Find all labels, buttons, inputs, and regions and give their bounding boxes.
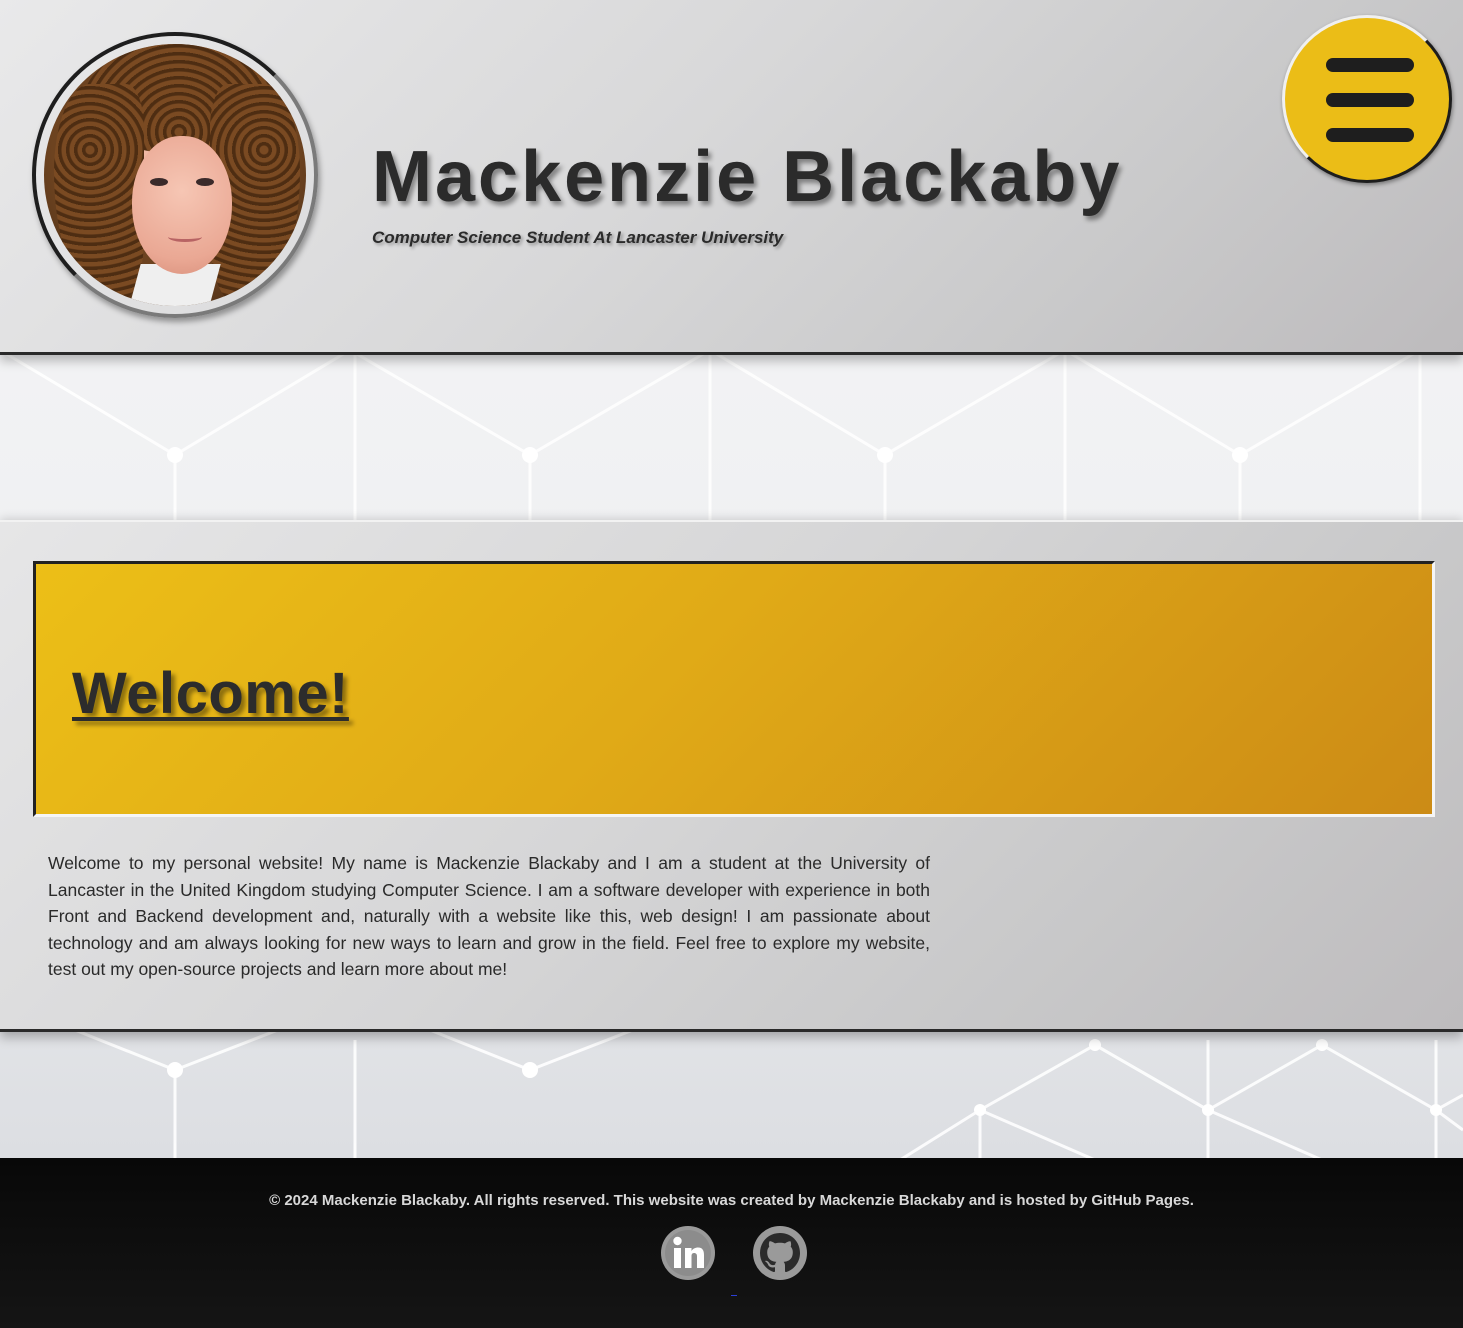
site-title: Mackenzie Blackaby — [372, 137, 1123, 217]
github-icon — [754, 1227, 806, 1279]
site-footer: © 2024 Mackenzie Blackaby. All rights re… — [0, 1158, 1463, 1328]
copyright-text: © 2024 Mackenzie Blackaby. All rights re… — [269, 1192, 1194, 1209]
site-header: Mackenzie Blackaby Computer Science Stud… — [0, 0, 1463, 355]
welcome-section: Welcome! Welcome to my personal website!… — [0, 520, 1463, 1032]
github-link[interactable] — [753, 1226, 807, 1280]
hamburger-menu-icon — [1326, 58, 1414, 72]
site-subtitle: Computer Science Student At Lancaster Un… — [372, 228, 784, 247]
menu-button[interactable] — [1282, 15, 1452, 183]
welcome-heading: Welcome! — [72, 661, 349, 726]
footer-link-mark[interactable] — [731, 1295, 737, 1296]
linkedin-icon — [662, 1227, 714, 1279]
intro-paragraph: Welcome to my personal website! My name … — [48, 853, 930, 979]
linkedin-link[interactable] — [661, 1226, 715, 1280]
profile-photo — [44, 44, 306, 306]
profile-photo-frame — [32, 32, 318, 318]
welcome-banner: Welcome! — [33, 561, 1435, 817]
